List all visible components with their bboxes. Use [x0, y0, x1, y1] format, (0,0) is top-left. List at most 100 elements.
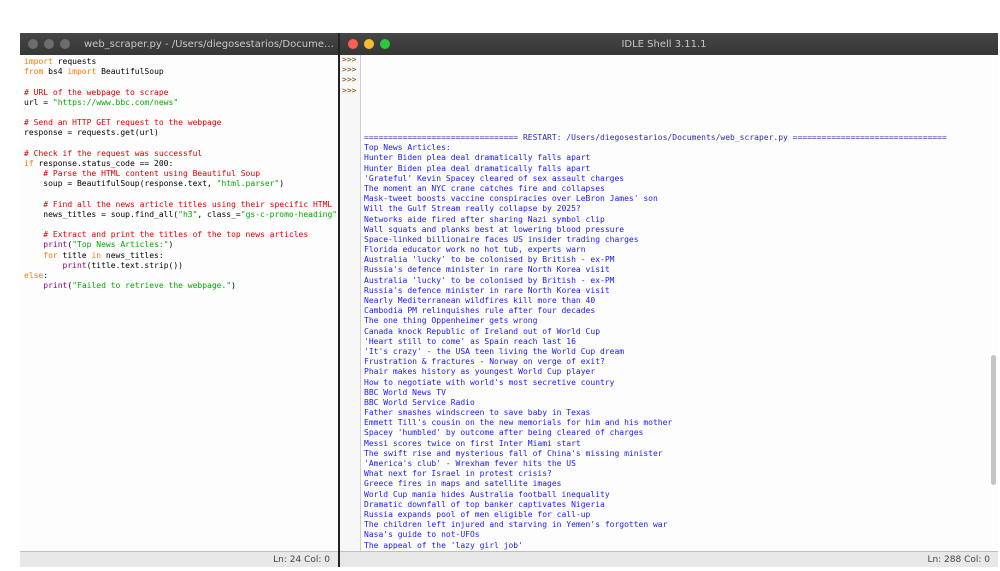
output-line: Mask-tweet boosts vaccine conspiracies o… [364, 194, 658, 204]
code-token: : [43, 270, 49, 280]
code-lines[interactable]: import requests from bs4 import Beautiful… [24, 57, 338, 291]
output-line: Greece fires in maps and satellite image… [364, 479, 562, 489]
code-token: print [62, 260, 87, 270]
output-line: Russia expands pool of men eligible for … [364, 509, 591, 519]
code-line[interactable]: url = "https://www.bbc.com/news" [24, 98, 338, 108]
code-line[interactable] [24, 189, 338, 199]
code-token: , class_= [197, 209, 241, 219]
code-token: "Failed to retrieve the webpage." [72, 281, 232, 291]
output-line: Father smashes windscreen to save baby i… [364, 408, 591, 418]
close-button[interactable] [348, 39, 358, 49]
code-token: for [43, 250, 58, 260]
minimize-button[interactable] [364, 39, 374, 49]
code-token: title [57, 250, 92, 260]
code-line[interactable]: # Check if the request was successful [24, 149, 338, 159]
output-line: Phair makes history as youngest World Cu… [364, 367, 596, 377]
minimize-button[interactable] [44, 39, 54, 49]
output-line: Space-linked billionaire faces US inside… [364, 234, 639, 244]
editor-status-bar: Ln: 24 Col: 0 [20, 551, 338, 567]
output-line: Russia's defence minister in rare North … [364, 265, 610, 275]
code-line[interactable]: print("Top News Articles:") [24, 240, 338, 250]
code-line[interactable]: # Send an HTTP GET request to the webpag… [24, 118, 338, 128]
code-token: # Extract and print the titles of the to… [24, 230, 309, 240]
code-line[interactable]: else: [24, 271, 338, 281]
shell-prompt: >>> [342, 85, 357, 95]
zoom-button[interactable] [60, 39, 70, 49]
code-token: "gs-c-promo-heading" [240, 209, 338, 219]
code-line[interactable]: from bs4 import BeautifulSoup [24, 67, 338, 77]
code-line[interactable]: print(title.text.strip()) [24, 261, 338, 271]
output-line: The moment an NYC crane catches fire and… [364, 183, 605, 193]
code-token: soup = BeautifulSoup(response.text, [24, 179, 217, 189]
output-lines: Top News Articles: Hunter Biden plea deal… [364, 143, 986, 551]
code-line[interactable]: news_titles = soup.find_all("h3", class_… [24, 210, 338, 220]
code-line[interactable]: # URL of the webpage to scrape [24, 88, 338, 98]
window-controls [348, 39, 390, 49]
code-token: if [24, 158, 34, 168]
code-line[interactable]: if response.status_code == 200: [24, 159, 338, 169]
output-line: Cambodia PM relinquishes rule after four… [364, 306, 596, 316]
output-line: Hunter Biden plea deal dramatically fall… [364, 153, 591, 163]
output-line: Australia 'lucky' to be colonised by Bri… [364, 255, 615, 265]
output-line: The swift rise and mysterious fall of Ch… [364, 448, 663, 458]
code-token: print [43, 281, 68, 291]
code-line[interactable]: soup = BeautifulSoup(response.text, "htm… [24, 179, 338, 189]
code-line[interactable] [24, 220, 338, 230]
output-line: How to negotiate with world's most secre… [364, 377, 615, 387]
code-token: # URL of the webpage to scrape [24, 87, 169, 97]
code-token: # Send an HTTP GET request to the webpag… [24, 118, 222, 128]
code-token: bs4 [43, 67, 68, 77]
close-button[interactable] [28, 39, 38, 49]
shell-title-bar[interactable]: IDLE Shell 3.11.1 [340, 33, 998, 55]
output-line: BBC World News TV [364, 387, 446, 397]
output-line: Networks aide fired after sharing Nazi s… [364, 214, 605, 224]
code-token: import [24, 57, 53, 66]
output-line: What next for Israel in protest crisis? [364, 469, 552, 479]
zoom-button[interactable] [380, 39, 390, 49]
cursor-position: Ln: 288 Col: 0 [927, 554, 990, 565]
editor-title-bar[interactable]: web_scraper.py - /Users/diegosestarios/D… [20, 33, 338, 55]
code-token: import [67, 67, 97, 77]
shell-prompt: >>> [342, 75, 357, 85]
code-token: "html.parser" [216, 179, 280, 189]
output-line: Dramatic downfall of top banker captivat… [364, 499, 605, 509]
output-line: Will the Gulf Stream really collapse by … [364, 204, 581, 214]
code-line[interactable]: response = requests.get(url) [24, 128, 338, 138]
code-token: else [24, 270, 44, 280]
shell-prompt: >>> [342, 55, 357, 64]
code-token: response = requests.get(url) [24, 128, 159, 138]
code-token: "https://www.bbc.com/news" [52, 97, 179, 107]
output-line: Emmett Till's cousin on the new memorial… [364, 418, 673, 428]
output-line: World Cup mania hides Australia football… [364, 489, 610, 499]
code-token: "Top News Articles:" [72, 240, 169, 250]
vertical-scrollbar[interactable] [991, 355, 996, 485]
code-line[interactable]: # Extract and print the titles of the to… [24, 230, 338, 240]
shell-prompt: >>> [342, 65, 357, 75]
code-line[interactable]: import requests [24, 57, 338, 67]
output-line: Nearly Mediterranean wildfires kill more… [364, 296, 596, 305]
code-line[interactable] [24, 108, 338, 118]
output-line: Hunter Biden plea deal dramatically fall… [364, 163, 591, 173]
code-line[interactable]: # Find all the news article titles using… [24, 200, 338, 210]
code-token: ) [231, 281, 236, 291]
shell-status-bar: Ln: 288 Col: 0 [340, 551, 998, 567]
code-line[interactable] [24, 139, 338, 149]
output-line: Frustration & fractures - Norway on verg… [364, 357, 605, 367]
output-line: Russia's defence minister in rare North … [364, 285, 610, 295]
code-line[interactable]: # Parse the HTML content using Beautiful… [24, 169, 338, 179]
code-line[interactable]: for title in news_titles: [24, 251, 338, 261]
editor-window: web_scraper.py - /Users/diegosestarios/D… [20, 33, 340, 567]
output-line: The one thing Oppenheimer gets wrong [364, 316, 538, 326]
code-token: # Parse the HTML content using Beautiful… [24, 169, 261, 179]
code-editor-area[interactable]: import requests from bs4 import Beautiful… [20, 55, 338, 551]
shell-output: ================================ RESTART… [364, 133, 986, 551]
code-line[interactable] [24, 77, 338, 87]
code-token: news_titles: [101, 250, 164, 260]
output-line: Florida educator work no hot tub, expert… [364, 245, 586, 255]
output-line: 'Grateful' Kevin Spacey cleared of sex a… [364, 173, 625, 183]
shell-output-area[interactable]: >>> >>> >>> >>> ========================… [340, 55, 998, 551]
code-line[interactable]: print("Failed to retrieve the webpage.") [24, 281, 338, 291]
output-line: Wall squats and planks best at lowering … [364, 224, 625, 234]
